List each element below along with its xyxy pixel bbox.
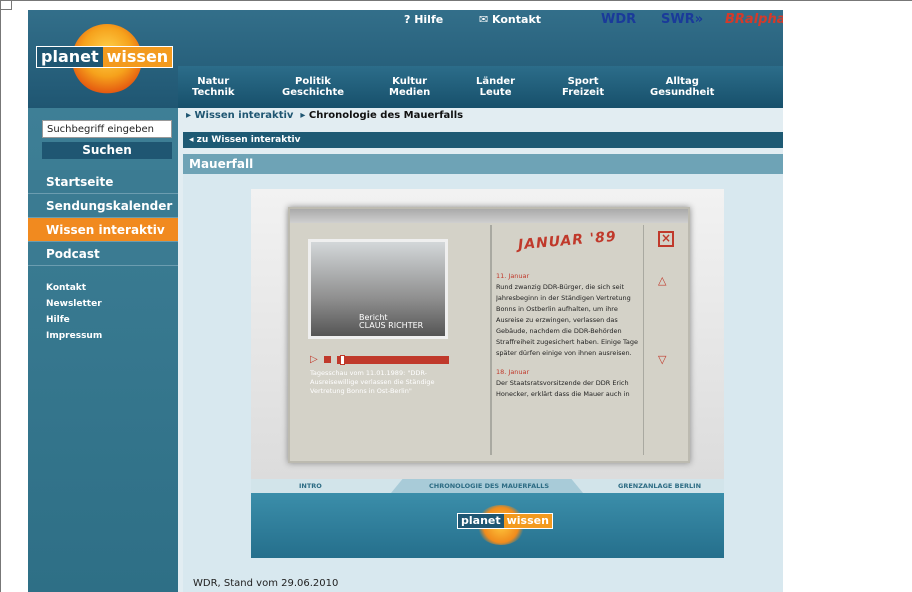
main-nav: NaturTechnik PolitikGeschichte KulturMed… <box>178 66 783 108</box>
play-icon[interactable]: ▷ <box>310 355 318 365</box>
tab-grenzanlage[interactable]: GRENZANLAGE BERLIN <box>618 482 701 490</box>
header: ? Hilfe ✉ Kontakt WDR SWR» BRalpha plane… <box>28 10 783 108</box>
chronology-panel: BerichtCLAUS RICHTER ▷ Tagesschau vom 11… <box>288 207 690 463</box>
sidebar-link-hilfe[interactable]: Hilfe <box>46 312 102 328</box>
tab-chronologie[interactable]: CHRONOLOGIE DES MAUERFALLS <box>429 482 549 490</box>
sidebar-link-kontakt[interactable]: Kontakt <box>46 280 102 296</box>
month-heading: JANUAR '89 <box>517 229 617 254</box>
progress-knob[interactable] <box>340 355 345 365</box>
wdr-logo[interactable]: WDR <box>601 12 636 27</box>
scroll-up-icon[interactable]: △ <box>658 274 666 287</box>
video-caption: Tagesschau vom 11.01.1989: "DDR-Ausreise… <box>310 369 460 396</box>
panel-top-edge <box>290 209 688 223</box>
logo-part-1: planet <box>37 47 103 67</box>
nav-alltag-gesundheit[interactable]: AlltagGesundheit <box>650 76 714 98</box>
video-controls: ▷ <box>310 354 450 366</box>
sidebar-link-impressum[interactable]: Impressum <box>46 328 102 344</box>
nav-kultur-medien[interactable]: KulturMedien <box>389 76 430 98</box>
sidebar-item-wissen-interaktiv[interactable]: Wissen interaktiv <box>28 218 178 242</box>
search-input[interactable] <box>42 120 172 138</box>
logo-part-2: wissen <box>103 47 173 67</box>
flash-app: BerichtCLAUS RICHTER ▷ Tagesschau vom 11… <box>251 189 724 558</box>
back-link[interactable]: zu Wissen interaktiv <box>197 135 301 145</box>
page-title: Mauerfall <box>183 154 783 174</box>
nav-politik-geschichte[interactable]: PolitikGeschichte <box>282 76 344 98</box>
top-bar: ? Hilfe ✉ Kontakt WDR SWR» BRalpha <box>28 10 783 30</box>
timeline-entries: 11. Januar Rund zwanzig DDR-Bürger, die … <box>496 271 641 431</box>
progress-bar[interactable] <box>337 356 449 364</box>
footer-logo: planetwissen <box>457 513 553 529</box>
entry-date: 18. Januar <box>496 367 641 378</box>
planet-wissen-logo[interactable]: planetwissen <box>36 38 180 68</box>
nav-laender-leute[interactable]: LänderLeute <box>476 76 515 98</box>
report-label: BerichtCLAUS RICHTER <box>359 314 423 330</box>
entry-text: Der Staatsratsvorsitzende der DDR Erich … <box>496 378 641 400</box>
nav-sport-freizeit[interactable]: SportFreizeit <box>562 76 604 98</box>
breadcrumb-wissen-interaktiv[interactable]: Wissen interaktiv <box>195 110 294 121</box>
breadcrumb: ▸ Wissen interaktiv ▸ Chronologie des Ma… <box>186 110 463 121</box>
page: ? Hilfe ✉ Kontakt WDR SWR» BRalpha plane… <box>28 10 783 592</box>
sidebar-menu: Startseite Sendungskalender Wissen inter… <box>28 170 178 266</box>
corner-marker <box>0 0 12 10</box>
help-link[interactable]: ? Hilfe <box>404 13 443 26</box>
entry-date: 11. Januar <box>496 271 641 282</box>
back-link-bar[interactable]: ◂ zu Wissen interaktiv <box>183 132 783 148</box>
video-frame[interactable]: BerichtCLAUS RICHTER <box>308 239 448 339</box>
flash-tabs: INTRO CHRONOLOGIE DES MAUERFALLS GRENZAN… <box>251 479 724 493</box>
scroll-down-icon[interactable]: ▽ <box>658 353 666 366</box>
flash-footer: planetwissen <box>251 493 724 558</box>
sidebar-item-sendungskalender[interactable]: Sendungskalender <box>28 194 178 218</box>
panel-divider <box>490 225 492 455</box>
tab-intro[interactable]: INTRO <box>299 482 322 490</box>
contact-link[interactable]: ✉ Kontakt <box>479 13 541 26</box>
sidebar-item-startseite[interactable]: Startseite <box>28 170 178 194</box>
breadcrumb-arrow-icon: ▸ <box>186 110 195 121</box>
content-area: BerichtCLAUS RICHTER ▷ Tagesschau vom 11… <box>183 174 783 592</box>
back-arrow-icon: ◂ <box>189 135 197 145</box>
breadcrumb-arrow-icon: ▸ <box>297 110 309 121</box>
sidebar-sub-links: Kontakt Newsletter Hilfe Impressum <box>46 280 102 344</box>
nav-natur-technik[interactable]: NaturTechnik <box>192 76 235 98</box>
sidebar: Suchen Startseite Sendungskalender Wisse… <box>28 108 178 592</box>
last-updated: WDR, Stand vom 29.06.2010 <box>193 578 338 589</box>
panel-divider <box>643 225 644 455</box>
sidebar-item-podcast[interactable]: Podcast <box>28 242 178 266</box>
sidebar-link-newsletter[interactable]: Newsletter <box>46 296 102 312</box>
entry-text: Rund zwanzig DDR-Bürger, die sich seit J… <box>496 282 641 359</box>
close-icon[interactable]: × <box>658 231 674 247</box>
breadcrumb-current: Chronologie des Mauerfalls <box>309 110 463 121</box>
bralpha-logo[interactable]: BRalpha <box>725 12 783 27</box>
swr-logo[interactable]: SWR» <box>661 12 703 27</box>
search-button[interactable]: Suchen <box>42 142 172 159</box>
stop-icon[interactable] <box>324 356 331 363</box>
